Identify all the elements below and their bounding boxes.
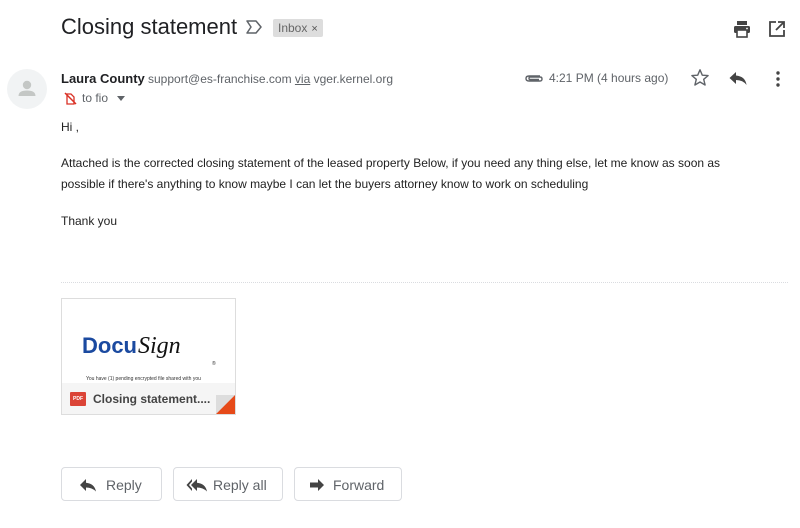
recipients-line: to fio (82, 91, 109, 105)
print-icon[interactable] (733, 20, 751, 38)
label-text: Inbox (278, 21, 308, 35)
reply-button-label: Reply (106, 477, 142, 493)
reply-all-icon (186, 479, 207, 492)
via-link[interactable]: via (295, 72, 310, 86)
body-paragraph-line-1: Attached is the corrected closing statem… (61, 156, 721, 170)
inbox-label-chip[interactable]: Inbox × (273, 19, 323, 37)
reply-arrow-icon (80, 479, 96, 492)
email-subject: Closing statement (61, 14, 238, 39)
logo-text-docu: Docu (82, 333, 137, 358)
attachment-preview: DocuSign ® You have (1) pending encrypte… (62, 299, 235, 383)
reply-all-button[interactable]: Reply all (173, 467, 283, 501)
remove-label-icon[interactable]: × (311, 23, 317, 35)
sender-address-line: support@es-franchise.com via vger.kernel… (148, 72, 393, 86)
via-domain: vger.kernel.org (313, 72, 393, 86)
attachments-divider (61, 282, 788, 283)
paperclip-icon (525, 75, 543, 82)
pdf-file-icon: PDF (70, 392, 86, 406)
show-details-chevron-down-icon[interactable] (117, 96, 125, 101)
unsafe-sender-icon[interactable] (64, 92, 77, 105)
more-vertical-icon[interactable] (770, 70, 786, 88)
importance-marker-icon[interactable] (245, 19, 263, 35)
preview-caption: You have (1) pending encrypted file shar… (86, 376, 201, 382)
body-signoff: Thank you (61, 214, 118, 228)
logo-text-sign: Sign (138, 333, 181, 359)
reply-all-button-label: Reply all (213, 477, 267, 493)
body-greeting: Hi , (61, 120, 79, 134)
reply-arrow-icon[interactable] (728, 70, 748, 86)
open-in-new-window-icon[interactable] (768, 20, 786, 38)
person-avatar-icon (18, 80, 36, 96)
sender-name: Laura County (61, 71, 145, 86)
attachment-card[interactable]: DocuSign ® You have (1) pending encrypte… (61, 298, 236, 415)
file-corner-fold-icon (216, 395, 235, 414)
logo-registered-mark: ® (212, 361, 216, 367)
sender-avatar[interactable] (7, 69, 47, 109)
attachment-file-name: Closing statement.... (93, 392, 211, 406)
forward-arrow-icon (310, 479, 324, 491)
forward-button[interactable]: Forward (294, 467, 402, 501)
message-timestamp: 4:21 PM (4 hours ago) (549, 71, 669, 85)
forward-button-label: Forward (333, 477, 385, 493)
sender-email: support@es-franchise.com (148, 72, 292, 86)
body-paragraph-line-2: possible if there's anything to know may… (61, 177, 589, 191)
star-icon[interactable] (690, 68, 710, 88)
reply-button[interactable]: Reply (61, 467, 162, 501)
docusign-logo: DocuSign (82, 333, 181, 360)
